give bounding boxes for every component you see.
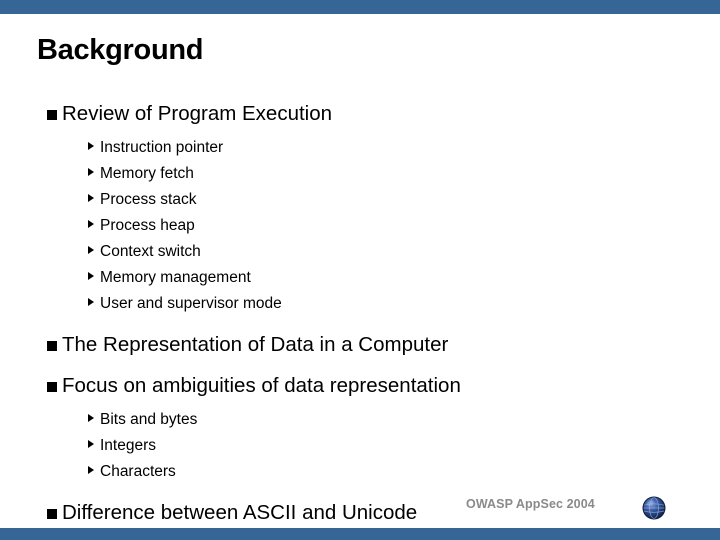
square-bullet-icon xyxy=(47,508,62,521)
triangle-bullet-icon xyxy=(88,464,100,480)
triangle-bullet-icon xyxy=(88,218,100,234)
bullet-item-level2: Bits and bytes xyxy=(0,412,720,438)
bullet-label: User and supervisor mode xyxy=(100,295,282,312)
slide-body: Review of Program Execution Instruction p… xyxy=(0,102,720,532)
triangle-bullet-icon xyxy=(88,244,100,260)
bullet-label: Focus on ambiguities of data representat… xyxy=(62,374,461,397)
bullet-item-level2: Characters xyxy=(0,464,720,490)
triangle-bullet-icon xyxy=(88,166,100,182)
bullet-label: Context switch xyxy=(100,243,201,260)
square-bullet-icon xyxy=(47,340,62,353)
slide-title: Background xyxy=(37,34,204,66)
bullet-item-level2: User and supervisor mode xyxy=(0,296,720,322)
bullet-item-level2: Memory fetch xyxy=(0,166,720,192)
bullet-item-level2: Memory management xyxy=(0,270,720,296)
bullet-item-level1: Review of Program Execution xyxy=(0,102,720,133)
bullet-label: Process stack xyxy=(100,191,197,208)
bullet-item-level1: The Representation of Data in a Computer xyxy=(0,333,720,364)
bullet-label: Bits and bytes xyxy=(100,411,198,428)
square-bullet-icon xyxy=(47,381,62,394)
footer-label: OWASP AppSec 2004 xyxy=(466,497,595,511)
bullet-label: Integers xyxy=(100,437,157,454)
bullet-item-level1: Focus on ambiguities of data representat… xyxy=(0,374,720,405)
bullet-label: Instruction pointer xyxy=(100,139,224,156)
triangle-bullet-icon xyxy=(88,438,100,454)
triangle-bullet-icon xyxy=(88,296,100,312)
bullet-item-level2: Process heap xyxy=(0,218,720,244)
triangle-bullet-icon xyxy=(88,140,100,156)
bullet-label: Difference between ASCII and Unicode xyxy=(62,501,418,524)
bullet-label: Process heap xyxy=(100,217,195,234)
triangle-bullet-icon xyxy=(88,192,100,208)
bullet-item-level2: Integers xyxy=(0,438,720,464)
bullet-label: Memory management xyxy=(100,269,251,286)
bullet-label: Characters xyxy=(100,463,176,480)
slide: Background Review of Program Execution In… xyxy=(0,0,720,540)
bullet-item-level2: Instruction pointer xyxy=(0,140,720,166)
bullet-item-level2: Process stack xyxy=(0,192,720,218)
bottom-accent-bar xyxy=(0,528,720,540)
square-bullet-icon xyxy=(47,109,62,122)
bullet-label: Memory fetch xyxy=(100,165,194,182)
bullet-label: The Representation of Data in a Computer xyxy=(62,333,449,356)
bullet-item-level2: Context switch xyxy=(0,244,720,270)
owasp-globe-logo xyxy=(638,492,670,524)
triangle-bullet-icon xyxy=(88,412,100,428)
top-accent-bar xyxy=(0,0,720,14)
triangle-bullet-icon xyxy=(88,270,100,286)
bullet-label: Review of Program Execution xyxy=(62,102,333,125)
